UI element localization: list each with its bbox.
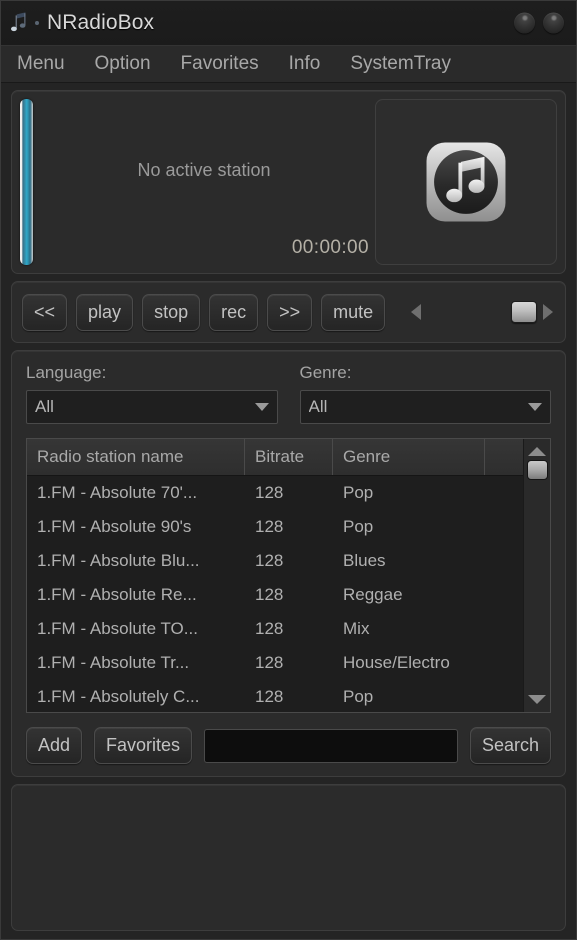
active-station-label: No active station <box>137 159 271 180</box>
cell-station-name: 1.FM - Absolute 90's <box>37 517 192 536</box>
close-button[interactable] <box>543 12 564 34</box>
table-row[interactable]: 1.FM - Absolute Blu... 128 Blues <box>27 544 523 578</box>
cell-station-name: 1.FM - Absolute TO... <box>37 619 198 638</box>
station-table-scrollbar[interactable] <box>523 439 550 712</box>
title-bar[interactable]: NRadioBox <box>1 1 576 45</box>
table-row[interactable]: 1.FM - Absolute 90's 128 Pop <box>27 510 523 544</box>
nradiobox-logo-icon <box>7 10 33 36</box>
volume-increase-icon[interactable] <box>543 304 553 320</box>
cell-bitrate: 128 <box>255 517 284 536</box>
add-button[interactable]: Add <box>26 727 83 764</box>
table-row[interactable]: 1.FM - Absolute Tr... 128 House/Electro <box>27 646 523 680</box>
menu-item-systemtray[interactable]: SystemTray <box>350 53 451 75</box>
scroll-up-icon[interactable] <box>528 447 546 456</box>
menu-item-favorites[interactable]: Favorites <box>181 53 259 75</box>
menu-bar: Menu Option Favorites Info SystemTray <box>1 45 576 83</box>
previous-button[interactable]: << <box>22 293 68 331</box>
scrollbar-track[interactable] <box>524 456 550 695</box>
search-input[interactable] <box>204 728 458 763</box>
cell-station-name: 1.FM - Absolute 70'... <box>37 483 198 502</box>
next-button[interactable]: >> <box>267 293 313 331</box>
language-label: Language: <box>26 363 107 382</box>
action-row: Add Favorites Search <box>26 727 551 764</box>
scroll-down-icon[interactable] <box>528 695 546 704</box>
logo-separator-dots <box>35 21 39 25</box>
chevron-down-icon <box>254 403 269 411</box>
stop-button[interactable]: stop <box>142 293 201 331</box>
display-center: No active station 00:00:00 <box>33 97 375 267</box>
app-title: NRadioBox <box>47 11 155 34</box>
column-header-genre[interactable]: Genre <box>333 439 485 475</box>
genre-select-value: All <box>308 397 328 416</box>
menu-item-option[interactable]: Option <box>95 53 151 75</box>
station-list-panel: Language: All Genre: All Radio station n… <box>11 350 566 777</box>
cell-genre: Mix <box>343 619 370 638</box>
genre-label: Genre: <box>299 363 352 382</box>
playback-timer: 00:00:00 <box>291 237 369 258</box>
station-table-header: Radio station name Bitrate Genre <box>27 439 523 476</box>
language-select-value: All <box>35 397 54 416</box>
station-table-main: Radio station name Bitrate Genre 1.FM - … <box>27 439 523 712</box>
cell-genre: Blues <box>343 551 386 570</box>
station-table-body: 1.FM - Absolute 70'... 128 Pop 1.FM - Ab… <box>27 476 523 712</box>
table-row[interactable]: 1.FM - Absolute 70'... 128 Pop <box>27 476 523 510</box>
cell-bitrate: 128 <box>255 585 284 604</box>
genre-filter-group: Genre: All <box>299 363 551 424</box>
body-area: No active station 00:00:00 << play stop … <box>1 83 576 939</box>
cell-bitrate: 128 <box>255 551 284 570</box>
cell-station-name: 1.FM - Absolute Tr... <box>37 653 190 672</box>
column-header-name[interactable]: Radio station name <box>27 439 245 475</box>
table-row[interactable]: 1.FM - Absolutely C... 128 Pop <box>27 680 523 712</box>
menu-item-info[interactable]: Info <box>289 53 321 75</box>
window-controls <box>514 12 564 34</box>
cell-genre: Pop <box>343 483 374 502</box>
cell-genre: Reggae <box>343 585 403 604</box>
column-header-extra[interactable] <box>485 439 523 475</box>
cell-genre: Pop <box>343 517 374 536</box>
status-panel <box>11 784 566 931</box>
table-row[interactable]: 1.FM - Absolute TO... 128 Mix <box>27 612 523 646</box>
music-note-icon <box>426 142 506 222</box>
language-filter-group: Language: All <box>26 363 278 424</box>
volume-track[interactable] <box>421 297 543 327</box>
chevron-down-icon <box>528 403 542 411</box>
favorites-button[interactable]: Favorites <box>94 727 193 764</box>
search-button[interactable]: Search <box>469 727 551 764</box>
cover-art-box <box>375 99 557 265</box>
volume-slider[interactable] <box>407 297 555 327</box>
play-button[interactable]: play <box>76 293 134 331</box>
filter-row: Language: All Genre: All <box>26 363 551 424</box>
record-button[interactable]: rec <box>209 293 259 331</box>
volume-decrease-icon[interactable] <box>411 304 421 320</box>
cell-genre: House/Electro <box>343 653 450 672</box>
cell-station-name: 1.FM - Absolute Re... <box>37 585 197 604</box>
cell-bitrate: 128 <box>255 483 284 502</box>
station-table: Radio station name Bitrate Genre 1.FM - … <box>26 438 551 713</box>
genre-select[interactable]: All <box>299 390 551 424</box>
nradiobox-window: NRadioBox Menu Option Favorites Info Sys… <box>0 0 577 940</box>
table-row[interactable]: 1.FM - Absolute Re... 128 Reggae <box>27 578 523 612</box>
display-panel: No active station 00:00:00 <box>11 90 566 274</box>
column-header-bitrate[interactable]: Bitrate <box>245 439 333 475</box>
cell-bitrate: 128 <box>255 653 284 672</box>
cell-genre: Pop <box>343 687 374 706</box>
mute-button[interactable]: mute <box>321 293 386 331</box>
cell-station-name: 1.FM - Absolutely C... <box>37 687 200 706</box>
cell-bitrate: 128 <box>255 687 284 706</box>
cell-station-name: 1.FM - Absolute Blu... <box>37 551 200 570</box>
minimize-button[interactable] <box>514 12 535 34</box>
scrollbar-thumb[interactable] <box>527 460 548 480</box>
language-select[interactable]: All <box>26 390 278 424</box>
transport-panel: << play stop rec >> mute <box>11 281 566 343</box>
volume-thumb[interactable] <box>511 301 537 323</box>
level-meter <box>20 99 33 265</box>
cell-bitrate: 128 <box>255 619 284 638</box>
